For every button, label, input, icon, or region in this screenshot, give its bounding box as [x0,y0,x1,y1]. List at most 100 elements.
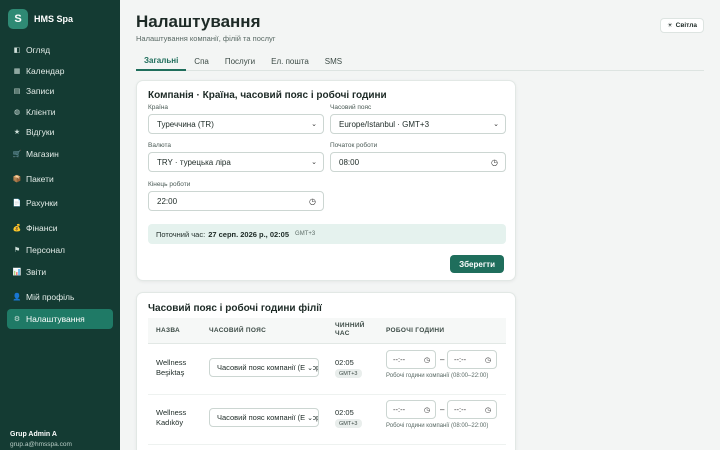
start-time-label: Початок роботи [330,142,378,149]
branches-card-title: Часовий пояс і робочі години філії [148,303,322,314]
sidebar-item-reviews[interactable]: ★ Відгуки [7,122,113,142]
tab-sms[interactable]: SMS [317,52,350,71]
timezone-value: Europe/Istanbul · GMT+3 [339,119,430,129]
end-time-input[interactable]: 22:00 ◷ [148,191,324,211]
user-name: Grup Admin A [10,431,57,438]
tab-services[interactable]: Послуги [217,52,263,71]
sidebar-item-finance[interactable]: 💰 Фінанси [7,218,113,238]
tab-email[interactable]: Ел. пошта [263,52,317,71]
sidebar-item-packages[interactable]: 📦 Пакети [7,169,113,189]
sidebar-item-calendar[interactable]: ▦ Календар [7,61,113,81]
main-content: Налаштування Налаштування компанії, філі… [120,0,720,450]
chart-icon: 📊 [12,269,22,276]
overview-icon: ◧ [13,47,21,54]
tab-spa[interactable]: Спа [186,52,217,71]
sidebar-item-staff[interactable]: ⚑ Персонал [7,240,113,260]
brand-name: HMS Spa [34,14,74,24]
sidebar-item-clients[interactable]: ◍ Клієнти [7,102,113,122]
sidebar-item-label: Фінанси [26,223,58,233]
branch-timezone-select[interactable]: Часовий пояс компанії (Europe/Istanbul) … [209,358,319,377]
branch-name: Wellness Beşiktaş [156,358,187,377]
company-settings-card: Компанія · Країна, часовий пояс і робочі… [136,80,516,281]
clock-icon[interactable]: ◷ [485,406,491,414]
flag-icon: ⚑ [13,247,21,254]
sidebar-item-appointments[interactable]: ▤ Записи [7,81,113,101]
clock-icon[interactable]: ◷ [424,356,430,364]
clock-icon[interactable]: ◷ [491,158,498,167]
sidebar: S HMS Spa ◧ Огляд ▦ Календар ▤ Записи ◍ Кліє… [0,0,120,450]
clock-icon[interactable]: ◷ [485,356,491,364]
hours-to-value: --:-- [454,405,467,414]
sidebar-item-shop[interactable]: 🛒 Магазин [7,144,113,164]
gmt-badge: GMT+3 [335,419,362,428]
gear-icon: ⚙ [13,316,21,323]
invoice-icon: 📄 [12,200,22,207]
col-name: НАЗВА [156,327,181,334]
sidebar-item-label: Пакети [26,174,54,184]
sidebar-item-reports[interactable]: 📊 Звіти [7,262,113,282]
hours-from-value: --:-- [393,405,406,414]
branch-current-time: 02:05 [335,358,354,367]
tab-general[interactable]: Загальні [136,52,187,71]
sidebar-item-profile[interactable]: 👤 Мій профіль [7,287,113,307]
currency-value: TRY · турецька ліра [157,157,231,167]
theme-toggle-button[interactable]: ☀ Світла [660,18,704,33]
brand[interactable]: S HMS Spa [8,9,73,29]
col-timezone: ЧАСОВИЙ ПОЯС [209,327,267,334]
save-button[interactable]: Зберегти [450,255,504,273]
country-label: Країна [148,104,169,111]
timezone-label: Часовий пояс [330,104,372,111]
page-title: Налаштування [136,12,261,31]
chevron-down-icon: ⌄ [311,121,317,128]
current-time-label: Поточний час: [156,229,206,239]
end-time-label: Кінець роботи [148,181,191,188]
branch-name: Wellness Kadıköy [156,408,187,427]
hours-to-input[interactable]: --:-- ◷ [447,400,497,419]
range-dash: – [440,355,445,364]
branch-timezone-value: Часовий пояс компанії (Europe/Istanbul) [217,413,318,422]
chevron-down-icon: ⌄ [305,413,313,422]
calendar-icon: ▦ [13,68,21,75]
sidebar-item-invoices[interactable]: 📄 Рахунки [7,193,113,213]
company-card-title: Компанія · Країна, часовий пояс і робочі… [148,90,387,101]
hours-from-input[interactable]: --:-- ◷ [386,350,436,369]
country-select[interactable]: Туреччина (TR) ⌄ [148,114,324,134]
brand-logo: S [8,9,28,29]
hours-from-value: --:-- [393,355,406,364]
theme-label: Світла [675,22,697,29]
page-subtitle: Налаштування компанії, філій та послуг [136,34,276,43]
table-row: Wellness Kadıköy Часовий пояс компанії (… [148,395,506,445]
sidebar-item-label: Відгуки [26,127,55,137]
clock-icon[interactable]: ◷ [309,197,316,206]
list-icon: ▤ [13,88,21,95]
timezone-select[interactable]: Europe/Istanbul · GMT+3 ⌄ [330,114,506,134]
sidebar-item-label: Клієнти [26,107,56,117]
clients-icon: ◍ [13,109,21,116]
settings-tabs: Загальні Спа Послуги Ел. пошта SMS [136,52,704,71]
current-time-value: 27 серп. 2026 р., 02:05 [208,229,290,239]
col-working-hours: РОБОЧІ ГОДИНИ [386,327,445,334]
sidebar-item-overview[interactable]: ◧ Огляд [7,40,113,60]
sidebar-item-label: Звіти [26,267,47,277]
sidebar-item-label: Рахунки [26,198,58,208]
start-time-input[interactable]: 08:00 ◷ [330,152,506,172]
hours-hint: Робочі години компанії (08:00–22:00) [386,423,489,429]
sidebar-item-label: Мій профіль [26,292,75,302]
sidebar-item-label: Магазин [26,149,59,159]
branch-timezone-select[interactable]: Часовий пояс компанії (Europe/Istanbul) … [209,408,319,427]
hours-to-input[interactable]: --:-- ◷ [447,350,497,369]
sidebar-item-settings[interactable]: ⚙ Налаштування [7,309,113,329]
hours-to-value: --:-- [454,355,467,364]
start-time-value: 08:00 [339,157,360,167]
currency-label: Валюта [148,142,171,149]
money-bag-icon: 💰 [12,225,22,232]
branch-current-time: 02:05 [335,408,354,417]
user-email: grup.a@hmsspa.com [10,441,72,448]
end-time-value: 22:00 [157,196,178,206]
clock-icon[interactable]: ◷ [424,406,430,414]
sidebar-item-label: Огляд [26,45,51,55]
package-icon: 📦 [12,176,22,183]
currency-select[interactable]: TRY · турецька ліра ⌄ [148,152,324,172]
hours-from-input[interactable]: --:-- ◷ [386,400,436,419]
cart-icon: 🛒 [12,151,22,158]
